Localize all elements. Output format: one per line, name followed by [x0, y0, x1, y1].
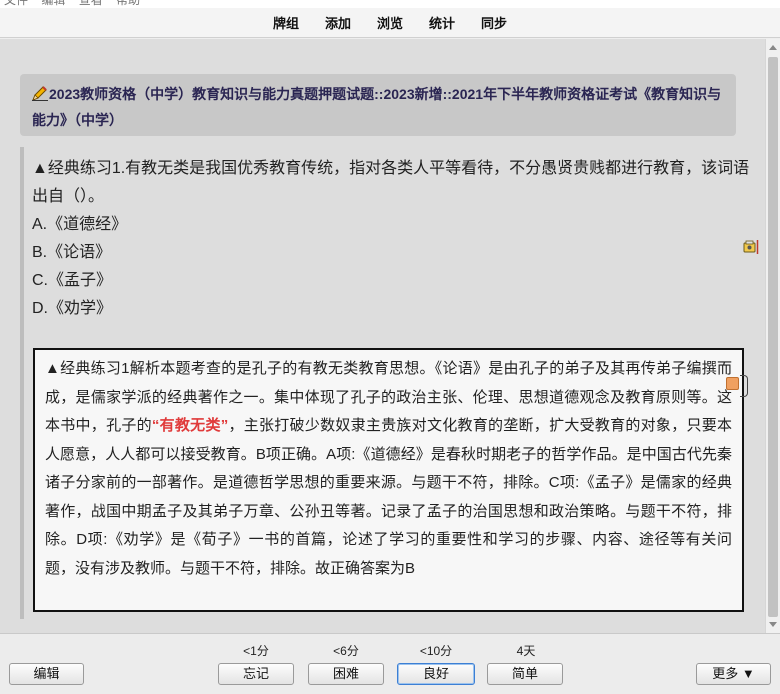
main-toolbar: 牌组 添加 浏览 统计 同步 — [0, 8, 780, 38]
again-button[interactable]: 忘记 — [218, 663, 294, 685]
option-c: C.《孟子》 — [32, 272, 113, 289]
menu-view[interactable]: 查看 — [79, 0, 103, 7]
easy-button[interactable]: 简单 — [487, 663, 563, 685]
menu-edit[interactable]: 编辑 — [41, 0, 65, 7]
scroll-thumb[interactable] — [768, 57, 778, 617]
hard-button[interactable]: 困难 — [308, 663, 384, 685]
interval-easy: 4天 — [516, 644, 536, 658]
toolbar-stats[interactable]: 统计 — [429, 13, 455, 32]
toolbar-sync[interactable]: 同步 — [481, 13, 507, 32]
option-a: A.《道德经》 — [32, 216, 128, 233]
card-content: 2023教师资格（中学）教育知识与能力真题押题试题::2023新增::2021年… — [0, 39, 765, 633]
toolbar-add[interactable]: 添加 — [325, 13, 351, 32]
question-text: ▲经典练习1.有教无类是我国优秀教育传统，指对各类人平等看待，不分愚贤贵贱都进行… — [32, 160, 750, 205]
interval-good: <10分 — [419, 644, 453, 658]
toolbar-decks[interactable]: 牌组 — [273, 13, 299, 32]
answer-box: ▲经典练习1解析本题考查的是孔子的有教无类教育思想。《论语》是由孔子的弟子及其再… — [33, 348, 744, 612]
option-d: D.《劝学》 — [32, 300, 113, 317]
answer-text-2: ，主张打破少数奴隶主贵族对文化教育的垄断，扩大受教育的对象，只要本人愿意，人人都… — [45, 417, 732, 577]
note-marker-icon[interactable] — [726, 377, 739, 390]
scroll-down-icon[interactable] — [769, 622, 777, 627]
menu-file[interactable]: 文件 — [4, 0, 28, 7]
deck-title: 2023教师资格（中学）教育知识与能力真题押题试题::2023新增::2021年… — [20, 74, 736, 136]
os-menu-bar: 文件 编辑 查看 帮助 — [0, 0, 780, 8]
question: ▲经典练习1.有教无类是我国优秀教育传统，指对各类人平等看待，不分愚贤贵贱都进行… — [32, 155, 762, 323]
pencil-icon — [32, 83, 48, 101]
more-button[interactable]: 更多 ▼ — [696, 663, 771, 685]
interval-hard: <6分 — [333, 644, 359, 658]
vertical-scrollbar[interactable] — [765, 39, 780, 633]
good-button[interactable]: 良好 — [397, 663, 475, 685]
flag-icon[interactable] — [743, 239, 759, 255]
edit-button[interactable]: 编辑 — [9, 663, 84, 685]
bracket-icon — [740, 375, 748, 397]
menu-help[interactable]: 帮助 — [116, 0, 140, 7]
answer-bar: 编辑 <1分 <6分 <10分 4天 忘记 困难 良好 简单 更多 ▼ — [0, 633, 780, 694]
interval-again: <1分 — [243, 644, 269, 658]
scroll-up-icon[interactable] — [769, 45, 777, 50]
answer-highlight: “有教无类” — [151, 417, 229, 434]
option-b: B.《论语》 — [32, 244, 112, 261]
toolbar-browse[interactable]: 浏览 — [377, 13, 403, 32]
deck-path-text: 2023教师资格（中学）教育知识与能力真题押题试题::2023新增::2021年… — [32, 86, 722, 128]
